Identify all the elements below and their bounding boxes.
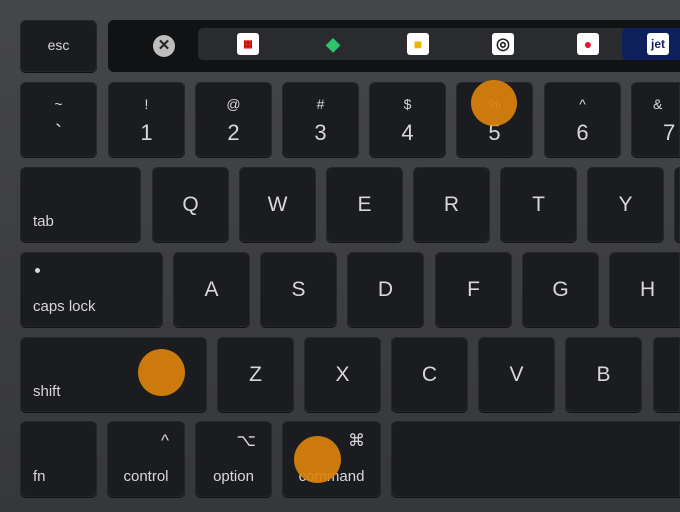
key-control[interactable]: ^ control <box>107 421 185 497</box>
key-r[interactable]: R <box>413 167 490 242</box>
green-leaf-app-icon: ◆ <box>326 33 340 54</box>
key-v[interactable]: V <box>478 337 555 412</box>
key-tab[interactable]: tab <box>20 167 141 242</box>
key-h[interactable]: H <box>609 252 680 327</box>
newspaper-app-icon: ▦ <box>237 33 259 55</box>
keyboard: esc ✕ ▦ ◆ ■ ◎ ● jet ~` !1 @2 #3 $4 %5 ^6… <box>0 0 680 512</box>
highlight-marker-5 <box>471 80 517 126</box>
touch-bar: ✕ ▦ ◆ ■ ◎ ● jet <box>108 20 680 72</box>
key-d[interactable]: D <box>347 252 424 327</box>
key-backtick[interactable]: ~ ` <box>20 82 97 157</box>
red-dot-app-icon: ● <box>577 33 599 55</box>
key-fn[interactable]: fn <box>20 421 97 497</box>
circle-logo-app-icon: ◎ <box>492 33 514 55</box>
key-4[interactable]: $4 <box>369 82 446 157</box>
key-option[interactable]: ⌥ option <box>195 421 272 497</box>
key-g[interactable]: G <box>522 252 599 327</box>
jet-app-icon: jet <box>647 33 669 55</box>
key-s[interactable]: S <box>260 252 337 327</box>
key-esc[interactable]: esc <box>20 20 97 72</box>
key-c[interactable]: C <box>391 337 468 412</box>
key-2[interactable]: @2 <box>195 82 272 157</box>
key-q[interactable]: Q <box>152 167 229 242</box>
key-6[interactable]: ^ 6 <box>544 82 621 157</box>
key-n[interactable] <box>653 337 680 412</box>
key-b[interactable]: B <box>565 337 642 412</box>
key-7[interactable]: & 7 <box>631 82 680 157</box>
yellow-mug-app-icon: ■ <box>407 33 429 55</box>
key-f[interactable]: F <box>435 252 512 327</box>
key-e[interactable]: E <box>326 167 403 242</box>
key-caps-lock[interactable]: caps lock <box>20 252 163 327</box>
key-x[interactable]: X <box>304 337 381 412</box>
key-w[interactable]: W <box>239 167 316 242</box>
key-space[interactable] <box>391 421 680 497</box>
key-a[interactable]: A <box>173 252 250 327</box>
caps-lock-indicator <box>35 268 40 273</box>
key-z[interactable]: Z <box>217 337 294 412</box>
highlight-marker-shift <box>138 349 185 396</box>
key-y[interactable]: Y <box>587 167 664 242</box>
key-t[interactable]: T <box>500 167 577 242</box>
key-1[interactable]: ! 1 <box>108 82 185 157</box>
close-icon[interactable]: ✕ <box>153 35 175 57</box>
highlight-marker-command <box>294 436 341 483</box>
key-u[interactable] <box>674 167 680 242</box>
touch-bar-app-button[interactable]: jet <box>622 28 680 60</box>
key-3[interactable]: #3 <box>282 82 359 157</box>
